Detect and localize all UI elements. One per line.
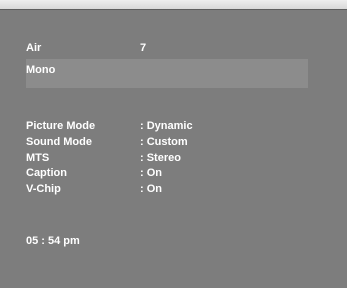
setting-value: : Stereo — [140, 151, 181, 164]
setting-row-mts: MTS : Stereo — [26, 151, 316, 167]
setting-name: Picture Mode — [26, 120, 96, 132]
audio-row: Mono — [26, 59, 308, 88]
setting-value: : Dynamic — [140, 120, 193, 132]
setting-value: : Custom — [140, 135, 188, 148]
channel-info: Air 7 Mono — [26, 39, 308, 88]
setting-row-picture-mode: Picture Mode : Dynamic — [26, 119, 316, 135]
tv-info-osd: Air 7 Mono Picture Mode : Dynamic Sound … — [0, 0, 347, 288]
settings-list: Picture Mode : Dynamic Sound Mode : Cust… — [26, 119, 316, 198]
channel-row: Air 7 — [26, 39, 308, 57]
source-label: Air — [26, 42, 42, 54]
top-border — [0, 0, 347, 10]
setting-row-v-chip: V-Chip : On — [26, 182, 316, 198]
channel-number: 7 — [140, 42, 147, 54]
setting-row-caption: Caption : On — [26, 166, 316, 182]
setting-row-sound-mode: Sound Mode : Custom — [26, 135, 316, 151]
setting-name: V-Chip — [26, 183, 61, 196]
setting-value: : On — [140, 183, 162, 196]
setting-value: : On — [140, 167, 162, 180]
audio-mode-label: Mono — [26, 64, 56, 76]
setting-name: MTS — [26, 151, 50, 164]
setting-name: Sound Mode — [26, 135, 92, 148]
setting-name: Caption — [26, 167, 67, 180]
clock-time: 05 : 54 pm — [26, 235, 80, 247]
